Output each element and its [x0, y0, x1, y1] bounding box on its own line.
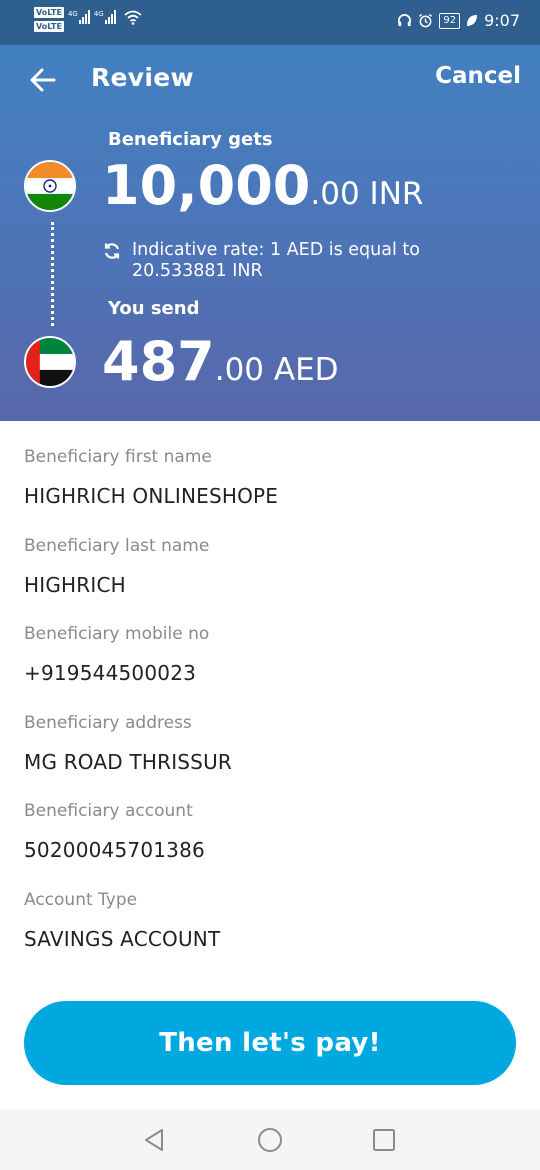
status-right: 92 9:07 [397, 11, 520, 30]
refresh-icon [104, 243, 120, 259]
beneficiary-gets-label: Beneficiary gets [108, 129, 273, 150]
send-amount-fraction: .00 AED [214, 352, 339, 388]
gets-amount-fraction: .00 INR [310, 176, 424, 212]
detail-field-address: Beneficiary address MG ROAD THRISSUR [24, 712, 524, 801]
volte-badge: VoLTE [34, 21, 64, 32]
clock: 9:07 [484, 11, 520, 30]
detail-field-last-name: Beneficiary last name HIGHRICH [24, 535, 524, 624]
wifi-icon [124, 10, 142, 25]
status-bar: VoLTE VoLTE 4G 4G 92 9:07 [0, 0, 540, 45]
leaf-icon [467, 14, 478, 26]
nav-back-icon[interactable] [140, 1126, 168, 1154]
field-value: MG ROAD THRISSUR [24, 749, 233, 774]
alarm-icon [419, 13, 433, 28]
page-title: Review [91, 63, 194, 92]
headset-icon [398, 14, 412, 27]
field-label: Beneficiary account [24, 801, 193, 822]
exchange-rate-text: Indicative rate: 1 AED is equal to 20.53… [132, 240, 420, 281]
field-label: Beneficiary last name [24, 535, 210, 556]
beneficiary-gets-amount: 10,000 .00 INR [102, 156, 423, 224]
field-value: 50200045701386 [24, 838, 205, 863]
network-type: 4G [67, 10, 78, 18]
field-value: +919544500023 [24, 661, 197, 686]
india-flag-icon [24, 160, 76, 212]
field-label: Beneficiary first name [24, 447, 212, 467]
flag-connector [51, 222, 54, 326]
volte-indicators: VoLTE VoLTE [34, 7, 64, 32]
volte-badge: VoLTE [34, 7, 64, 18]
detail-field-account: Beneficiary account 50200045701386 [24, 800, 524, 889]
field-label: Account Type [24, 889, 138, 910]
review-summary-header: VoLTE VoLTE 4G 4G 92 9:07 Review Cancel … [0, 0, 540, 421]
detail-field-account-type: Account Type SAVINGS ACCOUNT [24, 889, 524, 978]
back-arrow-icon[interactable] [29, 66, 57, 94]
gets-amount-whole: 10,000 [102, 154, 311, 217]
you-send-amount: 487 .00 AED [102, 332, 339, 400]
status-left: VoLTE VoLTE 4G 4G [34, 7, 142, 32]
system-nav-bar [0, 1109, 540, 1170]
field-value: SAVINGS ACCOUNT [24, 926, 221, 951]
beneficiary-details: Beneficiary first name HIGHRICH ONLINESH… [24, 446, 524, 978]
network-type: 4G [93, 10, 104, 18]
signal-icon: 4G [94, 10, 116, 24]
send-amount-whole: 487 [102, 330, 215, 393]
uae-flag-icon [24, 336, 76, 388]
signal-icon: 4G [68, 10, 90, 24]
nav-recents-icon[interactable] [370, 1126, 398, 1154]
exchange-rate: Indicative rate: 1 AED is equal to 20.53… [103, 240, 463, 282]
you-send-label: You send [108, 298, 200, 319]
field-label: Beneficiary mobile no [24, 624, 210, 645]
cancel-button[interactable]: Cancel [435, 63, 521, 89]
detail-field-first-name: Beneficiary first name HIGHRICH ONLINESH… [24, 446, 524, 535]
nav-home-icon[interactable] [256, 1126, 284, 1154]
field-label: Beneficiary address [24, 712, 192, 733]
field-value: HIGHRICH [24, 572, 126, 597]
battery-icon: 92 [439, 12, 461, 29]
detail-field-mobile: Beneficiary mobile no +919544500023 [24, 623, 524, 712]
field-value: HIGHRICH ONLINESHOPE [24, 484, 279, 508]
pay-button[interactable]: Then let's pay! [24, 1001, 516, 1085]
